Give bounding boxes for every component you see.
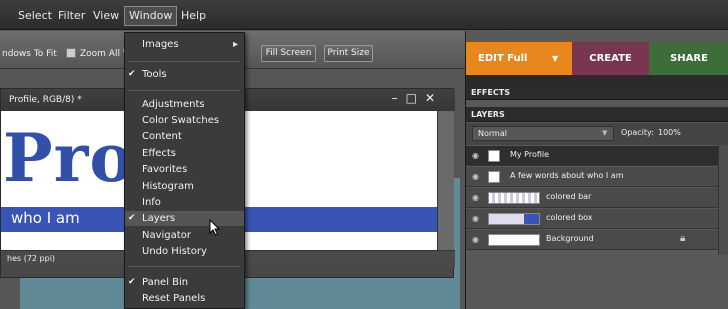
window-menu-dropdown: Images ▸ ✔ Tools Adjustments Color Swatche…	[124, 32, 245, 309]
menu-item-content[interactable]: Content	[125, 129, 244, 144]
minimize-icon[interactable]: –	[392, 91, 406, 105]
tab-create[interactable]: CREATE	[572, 42, 649, 75]
menu-divider	[129, 266, 240, 267]
profile-heading-text: Pro	[3, 119, 135, 197]
menu-item-favorites[interactable]: Favorites	[125, 162, 244, 177]
opacity-value[interactable]: 100%	[658, 128, 681, 137]
fit-windows-label: ndows To Fit	[2, 49, 57, 59]
menu-divider	[129, 61, 240, 62]
close-icon[interactable]: ✕	[425, 91, 443, 105]
text-layer-thumbnail	[488, 171, 500, 183]
layers-scrollbar[interactable]	[718, 145, 728, 255]
layer-thumbnail	[488, 234, 540, 246]
mouse-cursor-icon	[209, 219, 221, 236]
menu-item-label: Panel Bin	[142, 277, 189, 288]
layer-row-few-words[interactable]: ◉ A few words about who I am	[466, 167, 718, 187]
eye-icon[interactable]: ◉	[472, 214, 482, 223]
menu-divider	[129, 90, 240, 91]
layer-thumbnail	[488, 192, 540, 204]
menu-item-navigator[interactable]: Navigator	[125, 228, 244, 243]
layer-row-my-profile[interactable]: ◉ My Profile	[466, 146, 718, 166]
eye-icon[interactable]: ◉	[472, 151, 482, 160]
layers-panel-header[interactable]: LAYERS	[466, 107, 728, 122]
opacity-label: Opacity:	[621, 128, 654, 137]
status-resolution: hes (72 ppi)	[7, 254, 56, 263]
menu-item-info[interactable]: Info	[125, 195, 244, 210]
window-controls: –□✕	[392, 91, 443, 105]
layer-name: colored bar	[546, 192, 592, 201]
tab-label: EDIT Full	[478, 53, 528, 64]
menu-filter[interactable]: Filter	[58, 8, 85, 24]
tab-edit-full[interactable]: EDIT Full ▼	[466, 42, 572, 75]
check-icon: ✔	[128, 277, 136, 287]
effects-panel-header[interactable]: EFFECTS	[466, 85, 728, 100]
text-layer-thumbnail	[488, 150, 500, 162]
eye-icon[interactable]: ◉	[472, 235, 482, 244]
layer-row-colored-bar[interactable]: ◉ colored bar	[466, 188, 718, 208]
check-icon: ✔	[128, 213, 136, 223]
menu-item-layers[interactable]: ✔ Layers	[125, 211, 244, 226]
layer-row-background[interactable]: ◉ Background 🔒︎	[466, 230, 718, 250]
menu-bar: Select Filter View Window Help	[0, 0, 728, 30]
tab-share[interactable]: SHARE	[649, 42, 728, 75]
menu-item-label: Tools	[142, 69, 167, 80]
maximize-icon[interactable]: □	[406, 91, 425, 105]
check-icon: ✔	[128, 69, 136, 79]
vertical-scrollbar[interactable]	[437, 111, 454, 250]
layer-name: My Profile	[510, 150, 550, 159]
submenu-arrow-icon: ▸	[232, 39, 238, 50]
menu-item-images[interactable]: Images ▸	[125, 37, 244, 52]
chevron-down-icon: ▼	[552, 54, 559, 63]
menu-item-histogram[interactable]: Histogram	[125, 179, 244, 194]
panel-bin: EDIT Full ▼ CREATE SHARE EFFECTS LAYERS N…	[465, 31, 728, 309]
eye-icon[interactable]: ◉	[472, 193, 482, 202]
menu-select[interactable]: Select	[18, 8, 52, 24]
menu-item-adjustments[interactable]: Adjustments	[125, 97, 244, 112]
panel-collapse-strip[interactable]	[466, 75, 728, 85]
menu-item-color-swatches[interactable]: Color Swatches	[125, 113, 244, 128]
menu-item-effects[interactable]: Effects	[125, 146, 244, 161]
layers-controls: Normal ▼ Opacity: 100%	[466, 123, 728, 145]
layer-name: colored box	[546, 213, 593, 222]
layer-thumbnail	[488, 213, 540, 225]
layer-name: Background	[546, 234, 594, 243]
menu-view[interactable]: View	[93, 8, 119, 24]
eye-icon[interactable]: ◉	[472, 172, 482, 181]
menu-window[interactable]: Window	[124, 6, 178, 26]
layer-row-colored-box[interactable]: ◉ colored box	[466, 209, 718, 229]
layer-name: A few words about who I am	[510, 171, 624, 180]
menu-item-label: Layers	[142, 213, 176, 224]
lock-icon: 🔒︎	[680, 233, 686, 244]
menu-item-panel-bin[interactable]: ✔ Panel Bin	[125, 275, 244, 290]
zoom-all-checkbox[interactable]	[66, 48, 76, 58]
print-size-button[interactable]: Print Size	[324, 45, 373, 62]
menu-item-reset-panels[interactable]: Reset Panels	[125, 291, 244, 306]
menu-help[interactable]: Help	[181, 8, 206, 24]
mode-tabs: EDIT Full ▼ CREATE SHARE	[466, 42, 728, 75]
menu-item-undo-history[interactable]: Undo History	[125, 244, 244, 259]
blend-mode-select[interactable]: Normal	[472, 126, 614, 141]
menu-item-label: Images	[142, 39, 179, 50]
fill-screen-button[interactable]: Fill Screen	[261, 45, 316, 62]
menu-item-tools[interactable]: ✔ Tools	[125, 67, 244, 82]
chevron-down-icon: ▼	[602, 129, 608, 137]
